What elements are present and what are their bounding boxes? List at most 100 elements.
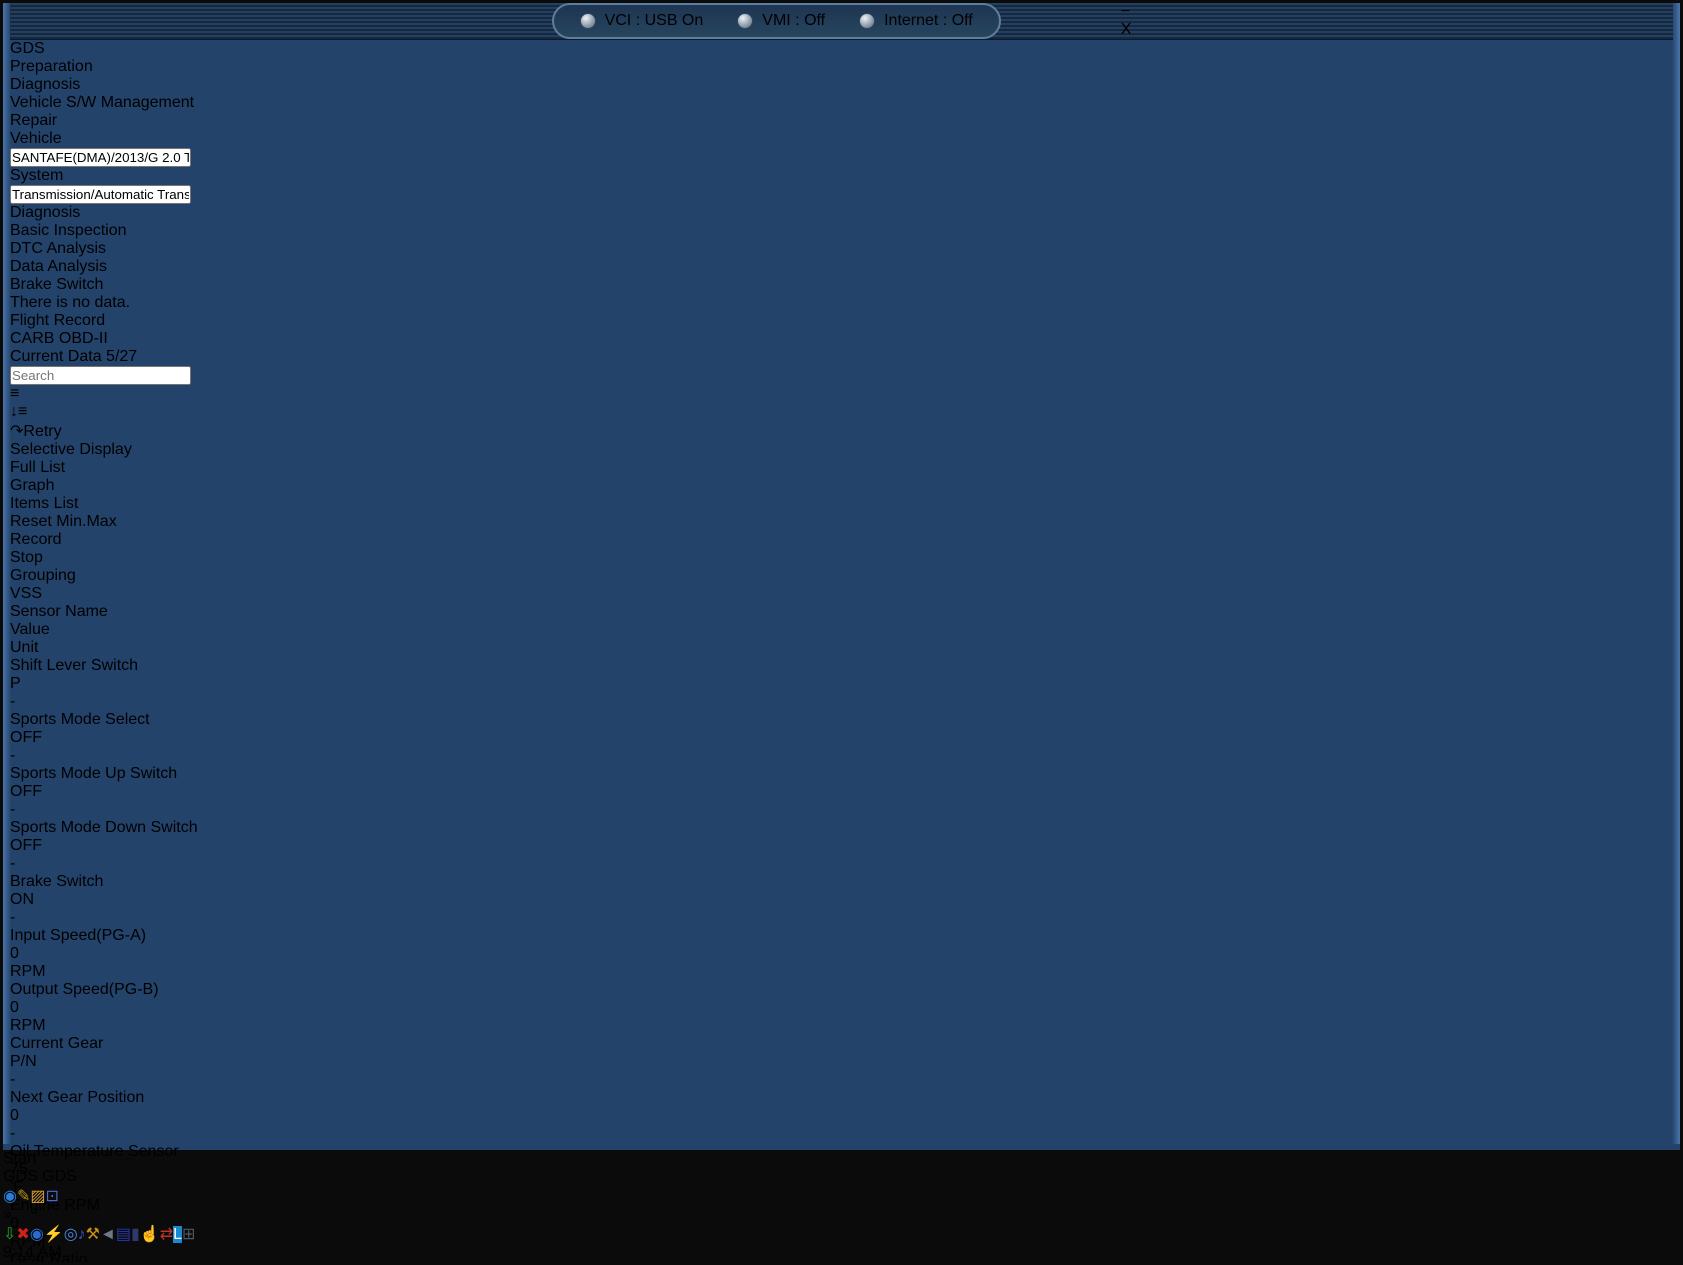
toolbar-button[interactable]: Full List: [10, 459, 1673, 477]
sync-icon[interactable]: ⇄: [160, 1226, 173, 1243]
status-item: VMI : Off: [737, 12, 825, 30]
sensor-row[interactable]: Sports Mode Select OFF -: [10, 711, 1673, 765]
system-select-button[interactable]: System: [10, 167, 1673, 185]
toolbar-button-label: Stop: [10, 549, 43, 566]
toolbar-button[interactable]: VSS: [10, 585, 1673, 603]
tree-message: There is no data.: [10, 294, 1673, 312]
tab-repair[interactable]: Repair: [10, 112, 1673, 130]
sidebar-item-basic-inspection[interactable]: Basic Inspection: [10, 222, 1673, 240]
app-window: VCI : USB On VMI : Off Internet : Off − …: [3, 3, 1680, 1150]
toolbar-button-label: Record: [10, 531, 62, 548]
battery-icon[interactable]: ▮: [131, 1226, 140, 1243]
tree-item-label: Brake Switch: [10, 276, 103, 293]
sensor-row[interactable]: Input Speed(PG-A) 0 RPM: [10, 927, 1673, 981]
toolbar-button-label: Full List: [10, 459, 65, 476]
sidebar-item-carb-obd2[interactable]: CARB OBD-II: [10, 330, 1673, 348]
sensor-unit: -: [10, 1071, 1673, 1089]
system-value-field[interactable]: [10, 185, 191, 204]
sensor-unit: RPM: [10, 1017, 1673, 1035]
sensor-row[interactable]: Output Speed(PG-B) 0 RPM: [10, 981, 1673, 1035]
tools-icon[interactable]: ⚒: [86, 1226, 100, 1243]
audio-network-icon[interactable]: ♪: [78, 1226, 86, 1243]
sensor-name: Current Gear: [10, 1035, 103, 1052]
toolbar-button[interactable]: Graph: [10, 477, 1673, 495]
title-bar: VCI : USB On VMI : Off Internet : Off − …: [10, 3, 1673, 40]
toolbar-button[interactable]: Items List: [10, 495, 1673, 513]
taskbar-app-gds[interactable]: GDS GDS: [3, 1168, 1680, 1186]
sensor-unit: -: [10, 801, 1673, 819]
vehicle-value-field[interactable]: [10, 148, 191, 167]
mute-icon[interactable]: ✖: [16, 1226, 29, 1243]
toolbar-button-label: Grouping: [10, 567, 76, 584]
taskbar-app-label: GDS: [42, 1168, 77, 1185]
status-text: Internet : Off: [884, 12, 973, 30]
messenger-icon[interactable]: ⚡: [44, 1226, 64, 1243]
language-icon[interactable]: L: [173, 1226, 182, 1243]
media-player-icon[interactable]: ◉: [3, 1188, 17, 1205]
sensor-row[interactable]: Shift Lever Switch P -: [10, 657, 1673, 711]
toolbar-button[interactable]: Grouping: [10, 567, 1673, 585]
sort-list-button[interactable]: ↓≡: [10, 403, 1673, 421]
toolbar-button[interactable]: Selective Display: [10, 441, 1673, 459]
search-input[interactable]: [10, 366, 191, 385]
sensor-name: Shift Lever Switch: [10, 657, 138, 674]
body: Diagnosis Basic Inspection DTC Analysis …: [10, 204, 1673, 1265]
close-button[interactable]: X: [1121, 21, 1132, 39]
folder-icon[interactable]: ▨: [30, 1188, 45, 1205]
network-globe-icon[interactable]: ◉: [30, 1226, 44, 1243]
sidebar-item-flight-record[interactable]: Flight Record: [10, 312, 1673, 330]
vehicle-select-button[interactable]: Vehicle: [10, 130, 1673, 148]
sidebar: Diagnosis Basic Inspection DTC Analysis …: [10, 204, 1673, 348]
sidebar-item-dtc-analysis[interactable]: DTC Analysis: [10, 240, 1673, 258]
find-button[interactable]: ≡: [10, 385, 1673, 403]
sensor-row[interactable]: Next Gear Position 0 -: [10, 1089, 1673, 1143]
display-icon[interactable]: ⊡: [46, 1188, 59, 1205]
volume-icon[interactable]: ◄: [100, 1226, 116, 1243]
logo-swoosh: S: [34, 40, 45, 57]
sensor-value: OFF: [10, 837, 1673, 855]
column-value[interactable]: Value: [10, 621, 1673, 639]
status-text: VCI : USB On: [605, 12, 704, 30]
tray-expand-chevron[interactable]: »: [3, 1206, 1680, 1224]
sensor-row[interactable]: Current Gear P/N -: [10, 1035, 1673, 1089]
display-settings-icon[interactable]: ⊞: [182, 1226, 195, 1243]
selected-count: 5/27: [106, 348, 137, 365]
globe-icon[interactable]: ◎: [64, 1226, 78, 1243]
vehicle-bar: Vehicle System: [10, 130, 1673, 204]
notebook-icon[interactable]: ▤: [116, 1226, 131, 1243]
toolbar-button[interactable]: Record: [10, 531, 1673, 549]
sensor-row[interactable]: Sports Mode Down Switch OFF -: [10, 819, 1673, 873]
sidebar-item-data-analysis[interactable]: Data Analysis: [10, 258, 1673, 276]
column-unit[interactable]: Unit: [10, 639, 1673, 657]
tree-item-brake-switch[interactable]: Brake Switch: [10, 276, 1673, 294]
status-text: VMI : Off: [762, 12, 825, 30]
sensor-value: 0: [10, 945, 1673, 963]
section-title: Current Data: [10, 348, 102, 365]
toolbar-button[interactable]: Reset Min.Max: [10, 513, 1673, 531]
sensor-name: Sports Mode Select: [10, 711, 150, 728]
start-button[interactable]: Start: [3, 1150, 1680, 1168]
tab-preparation[interactable]: Preparation: [10, 58, 1673, 76]
sensor-row[interactable]: Brake Switch ON -: [10, 873, 1673, 927]
sensor-unit: RPM: [10, 963, 1673, 981]
status-item: Internet : Off: [859, 12, 973, 30]
toolbar-button[interactable]: Stop: [10, 549, 1673, 567]
sensor-unit: -: [10, 693, 1673, 711]
connection-status-pill: VCI : USB On VMI : Off Internet : Off: [552, 3, 1001, 39]
sensor-row[interactable]: Sports Mode Up Switch OFF -: [10, 765, 1673, 819]
sensor-value: OFF: [10, 729, 1673, 747]
update-icon[interactable]: ⇩: [3, 1226, 16, 1243]
status-led-icon: [580, 13, 596, 29]
retry-button[interactable]: ↷Retry: [10, 421, 1673, 441]
tab-diagnosis[interactable]: Diagnosis: [10, 76, 1673, 94]
pointer-icon[interactable]: ☝: [140, 1226, 160, 1243]
pencil-icon[interactable]: ✎: [17, 1188, 30, 1205]
column-sensor-name[interactable]: Sensor Name: [10, 603, 1673, 621]
sidebar-title: Diagnosis: [10, 204, 1673, 222]
tray-icons: ⇩✖◉⚡◎♪⚒◄▤▮☝⇄L⊞: [3, 1224, 1680, 1244]
sensor-unit: -: [10, 909, 1673, 927]
minimize-button[interactable]: −: [1121, 3, 1132, 21]
logo-text: GD: [10, 40, 34, 57]
tab-vehicle-sw-management[interactable]: Vehicle S/W Management: [10, 94, 1673, 112]
down-arrow-list-icon: ↓≡: [10, 403, 27, 420]
